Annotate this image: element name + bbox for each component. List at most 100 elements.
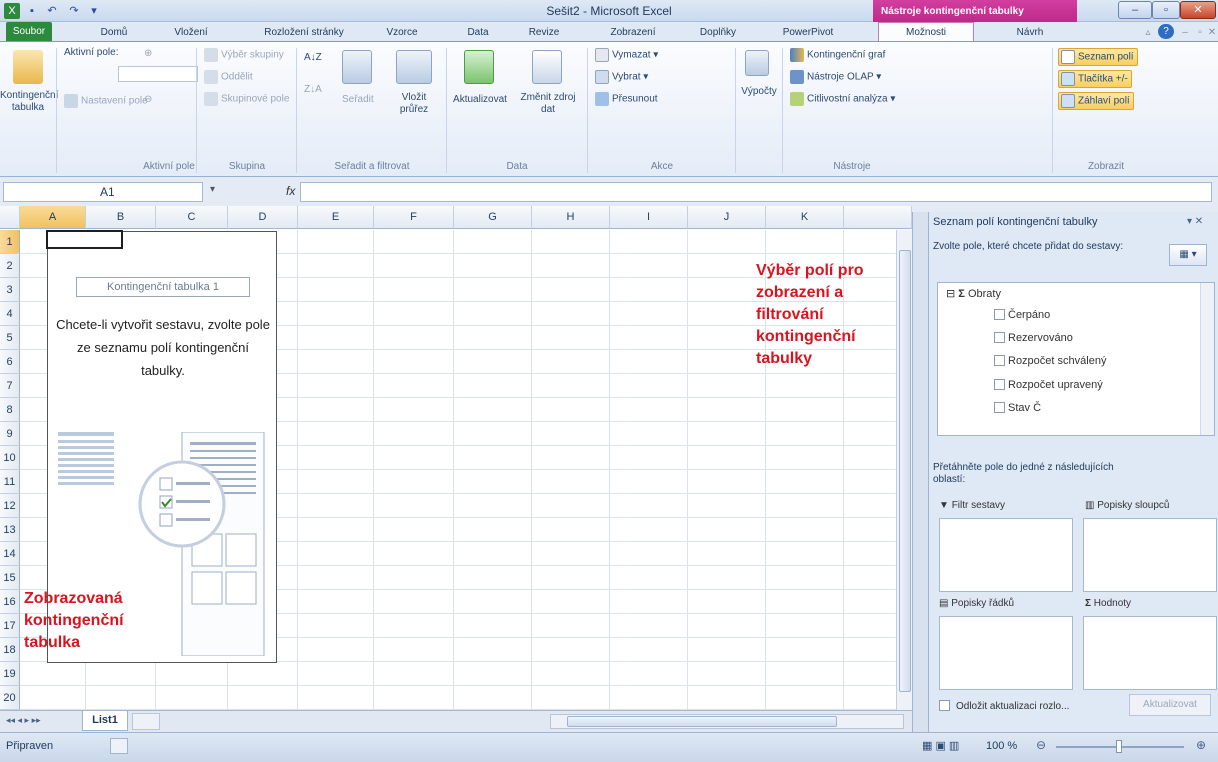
row-header-4[interactable]: 4 [0, 302, 20, 326]
col-header-e[interactable]: E [298, 206, 374, 229]
macro-record-icon[interactable] [110, 738, 128, 754]
tab-options[interactable]: Možnosti [878, 22, 974, 42]
row-header-19[interactable]: 19 [0, 662, 20, 686]
field-group-obraty[interactable]: ⊟ Σ Obraty [946, 287, 1001, 300]
worksheet-grid[interactable]: A B C D E F G H I J K 1 2 3 4 5 6 7 8 9 10 11 12 13 1… [0, 206, 912, 710]
insert-slicer-button[interactable]: Vložit průřez [388, 92, 440, 116]
view-buttons-icon[interactable]: ▦ ▣ ▥ [922, 739, 959, 752]
buttons-toggle[interactable]: Tlačítka +/- [1058, 70, 1132, 88]
field-rozpocet-upraveny[interactable]: Rozpočet upravený [994, 379, 1103, 391]
vertical-scrollbar[interactable] [896, 230, 912, 710]
row-header-18[interactable]: 18 [0, 638, 20, 662]
close-button[interactable]: ✕ [1180, 1, 1216, 19]
field-list-box[interactable]: ⊟ Σ Obraty Čerpáno Rezervováno Rozpočet … [937, 282, 1215, 436]
tab-data[interactable]: Data [463, 24, 493, 41]
refresh-button[interactable]: Aktualizovat [448, 94, 512, 105]
row-header-1[interactable]: 1 [0, 230, 20, 254]
field-cerpano[interactable]: Čerpáno [994, 309, 1050, 321]
row-header-5[interactable]: 5 [0, 326, 20, 350]
select-button[interactable]: Vybrat ▾ [595, 70, 648, 84]
field-list-toggle[interactable]: Seznam polí [1058, 48, 1138, 66]
tab-view[interactable]: Zobrazení [601, 24, 665, 41]
row-header-6[interactable]: 6 [0, 350, 20, 374]
headers-toggle[interactable]: Záhlaví polí [1058, 92, 1134, 110]
restore-button[interactable]: ▫ [1152, 1, 1180, 19]
col-header-k[interactable]: K [766, 206, 844, 229]
col-header-l[interactable] [844, 206, 912, 229]
sort-button[interactable]: Seřadit [342, 94, 374, 105]
layout-button[interactable]: ▦ ▾ [1169, 244, 1207, 266]
collapse-field-icon[interactable]: ⊖ [144, 94, 152, 105]
horizontal-scroll-thumb[interactable] [567, 716, 837, 727]
row-header-12[interactable]: 12 [0, 494, 20, 518]
tab-insert[interactable]: Vložení [168, 24, 214, 41]
row-header-20[interactable]: 20 [0, 686, 20, 710]
field-rezervovano[interactable]: Rezervováno [994, 332, 1073, 344]
row-header-17[interactable]: 17 [0, 614, 20, 638]
active-cell-a1[interactable] [46, 230, 123, 249]
zoom-slider-thumb[interactable] [1116, 740, 1122, 753]
row-header-7[interactable]: 7 [0, 374, 20, 398]
sort-za-icon[interactable]: Z↓A [304, 84, 322, 95]
doc-minimize-icon[interactable]: – [1178, 24, 1192, 41]
pivottable-button[interactable]: Kontingenční tabulka [0, 90, 58, 114]
zoom-out-icon[interactable]: ⊖ [1036, 738, 1046, 752]
row-header-14[interactable]: 14 [0, 542, 20, 566]
change-source-button[interactable]: Změnit zdroj dat [518, 92, 578, 116]
field-checkbox[interactable] [994, 355, 1005, 366]
field-list-scrollbar[interactable] [1200, 283, 1214, 435]
field-checkbox[interactable] [994, 332, 1005, 343]
row-header-8[interactable]: 8 [0, 398, 20, 422]
doc-restore-icon[interactable]: ▫ [1194, 24, 1206, 41]
active-field-input[interactable] [118, 66, 198, 82]
group-selection-button[interactable]: Výběr skupiny [204, 48, 284, 62]
tab-powerpivot[interactable]: PowerPivot [776, 24, 840, 41]
defer-update-checkbox[interactable] [939, 700, 950, 711]
namebox-dropdown-icon[interactable]: ▾ [210, 184, 215, 195]
row-header-10[interactable]: 10 [0, 446, 20, 470]
pane-options-icon[interactable]: ▾ ✕ [1187, 216, 1203, 227]
field-stav-c[interactable]: Stav Č [994, 402, 1041, 414]
row-header-13[interactable]: 13 [0, 518, 20, 542]
sheet-nav-first-icon[interactable]: ◂◂ ◂ ▸ ▸▸ [6, 715, 41, 726]
tab-design[interactable]: Návrh [1008, 24, 1052, 41]
filter-area[interactable] [939, 518, 1073, 592]
help-icon[interactable]: ? [1158, 24, 1174, 39]
olap-tools-button[interactable]: Nástroje OLAP ▾ [790, 70, 881, 84]
col-header-a[interactable]: A [20, 206, 86, 229]
insert-function-icon[interactable]: fx [286, 184, 295, 198]
defer-update-row[interactable]: Odložit aktualizaci rozlo... [939, 700, 1069, 712]
row-header-9[interactable]: 9 [0, 422, 20, 446]
expand-field-icon[interactable]: ⊕ [144, 48, 152, 59]
ungroup-button[interactable]: Oddělit [204, 70, 253, 84]
tab-home[interactable]: Domů [94, 24, 134, 41]
row-header-3[interactable]: 3 [0, 278, 20, 302]
col-header-g[interactable]: G [454, 206, 532, 229]
tab-review[interactable]: Revize [524, 24, 564, 41]
values-area[interactable] [1083, 616, 1217, 690]
clear-button[interactable]: Vymazat ▾ [595, 48, 658, 62]
doc-close-icon[interactable]: ✕ [1206, 24, 1218, 41]
sort-az-icon[interactable]: A↓Z [304, 52, 322, 63]
row-header-16[interactable]: 16 [0, 590, 20, 614]
pane-splitter[interactable] [912, 212, 928, 732]
select-all-corner[interactable] [0, 206, 20, 229]
update-button[interactable]: Aktualizovat [1129, 694, 1211, 716]
field-settings-button[interactable]: Nastavení pole [64, 94, 148, 108]
col-header-f[interactable]: F [374, 206, 454, 229]
tab-addins[interactable]: Doplňky [697, 24, 739, 41]
calculations-button[interactable]: Výpočty [737, 86, 781, 97]
minimize-button[interactable]: – [1118, 1, 1152, 19]
col-header-b[interactable]: B [86, 206, 156, 229]
field-checkbox[interactable] [994, 379, 1005, 390]
col-header-j[interactable]: J [688, 206, 766, 229]
zoom-level[interactable]: 100 % [986, 740, 1017, 752]
pivot-chart-button[interactable]: Kontingenční graf [790, 48, 885, 62]
whatif-button[interactable]: Citlivostní analýza ▾ [790, 92, 895, 106]
sheet-tab-list1[interactable]: List1 [82, 711, 128, 731]
row-header-11[interactable]: 11 [0, 470, 20, 494]
row-header-2[interactable]: 2 [0, 254, 20, 278]
columns-area[interactable] [1083, 518, 1217, 592]
rows-area[interactable] [939, 616, 1073, 690]
col-header-d[interactable]: D [228, 206, 298, 229]
